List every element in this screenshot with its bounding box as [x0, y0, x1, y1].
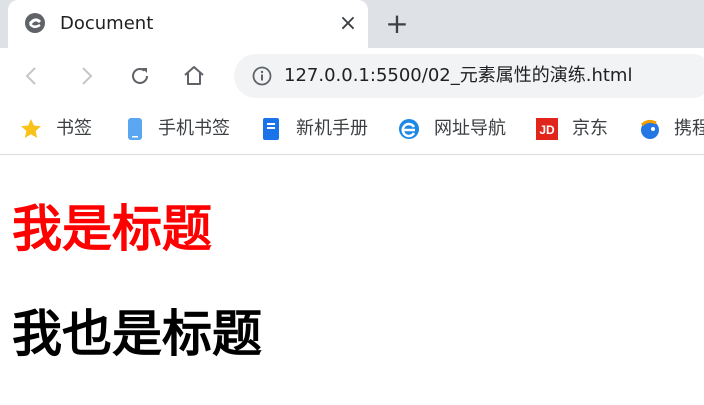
address-bar[interactable]: 127.0.0.1:5500/02_元素属性的演练.html: [234, 54, 704, 98]
page-content: 我是标题 我也是标题: [0, 155, 704, 405]
reload-icon[interactable]: [128, 64, 152, 88]
bookmark-label: 京东: [572, 118, 608, 139]
bookmark-label: 新机手册: [296, 118, 368, 139]
bookmark-label: 携程: [674, 118, 704, 139]
browser-logo-icon: [25, 13, 45, 33]
black-heading: 我也是标题: [12, 305, 262, 363]
phone-icon: [128, 118, 142, 140]
tab-title: Document: [60, 13, 154, 34]
bookmarks-bar: 书签 手机书签 新机手册 网址导航 JD 京东 携程: [0, 104, 704, 155]
browser-toolbar: 127.0.0.1:5500/02_元素属性的演练.html: [0, 48, 704, 104]
ctrip-icon: [640, 119, 659, 139]
book-icon: [263, 118, 279, 140]
red-heading: 我是标题: [12, 200, 212, 258]
bookmark-item[interactable]: JD 京东: [536, 104, 626, 154]
tab-strip: Document × +: [0, 0, 704, 48]
bookmark-item[interactable]: 网址导航: [398, 104, 518, 154]
close-tab-icon[interactable]: ×: [336, 12, 360, 36]
forward-arrow-icon[interactable]: [74, 64, 98, 88]
new-tab-button[interactable]: +: [384, 10, 410, 38]
jd-icon: JD: [536, 118, 558, 140]
star-icon: [21, 119, 41, 138]
bookmark-label: 网址导航: [434, 118, 506, 139]
bookmark-item[interactable]: 书签: [20, 104, 110, 154]
active-tab[interactable]: Document ×: [8, 0, 368, 48]
site-info-icon[interactable]: [252, 66, 272, 86]
back-arrow-icon[interactable]: [20, 64, 44, 88]
bookmark-label: 手机书签: [158, 118, 230, 139]
home-icon[interactable]: [182, 64, 206, 88]
browser-e-icon: [399, 119, 419, 139]
bookmark-item[interactable]: 手机书签: [124, 104, 244, 154]
bookmark-label: 书签: [56, 118, 92, 139]
bookmark-item[interactable]: 携程: [638, 104, 704, 154]
bookmark-item[interactable]: 新机手册: [260, 104, 380, 154]
url-text[interactable]: 127.0.0.1:5500/02_元素属性的演练.html: [284, 64, 632, 88]
svg-text:JD: JD: [539, 123, 555, 137]
